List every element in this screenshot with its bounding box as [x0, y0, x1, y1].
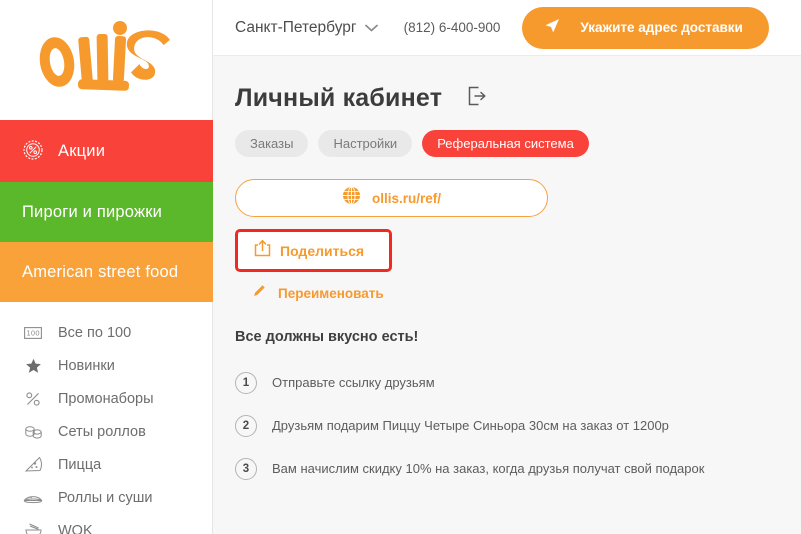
- navigation-arrow-icon: [542, 16, 562, 39]
- page-title: Личный кабинет: [235, 84, 443, 112]
- city-label: Санкт-Петербург: [235, 18, 357, 36]
- sidebar-item-vse-po-100[interactable]: 100 Все по 100: [0, 316, 212, 349]
- percent-icon: [22, 389, 44, 409]
- phone-number[interactable]: (812) 6-400-900: [404, 20, 501, 35]
- steps-list: 1 Отправьте ссылку друзьям 2 Друзьям под…: [235, 361, 801, 490]
- app-window: Акции Пироги и пирожки American street f…: [0, 0, 801, 534]
- roll-set-icon: [22, 422, 44, 442]
- delivery-address-button-label: Укажите адрес доставки: [580, 20, 743, 35]
- sidebar: Акции Пироги и пирожки American street f…: [0, 0, 213, 534]
- percent-badge-icon: [22, 139, 46, 163]
- tab-label: Настройки: [333, 136, 398, 151]
- referral-link-field[interactable]: ollis.ru/ref/: [235, 179, 548, 217]
- step-number: 1: [235, 371, 257, 394]
- sidebar-item-rolly-i-sushi[interactable]: Роллы и суши: [0, 481, 212, 514]
- tab-referral-system[interactable]: Реферальная система: [422, 130, 589, 157]
- sushi-icon: [22, 488, 44, 508]
- list-item: 1 Отправьте ссылку друзьям: [235, 361, 801, 404]
- banknote-100-icon: 100: [22, 323, 44, 343]
- sidebar-menu: 100 Все по 100 Новинки Промонаборы Сеты …: [0, 302, 212, 534]
- main-content: Личный кабинет Заказы Настройки Рефераль…: [213, 56, 801, 534]
- sidebar-item-promonabory[interactable]: Промонаборы: [0, 382, 212, 415]
- share-button-label: Поделиться: [280, 242, 365, 259]
- list-item: 2 Друзьям подарим Пиццу Четыре Синьора 3…: [235, 404, 801, 447]
- sidebar-category-label: Пироги и пирожки: [22, 202, 163, 221]
- rename-button-label: Переименовать: [278, 286, 384, 301]
- sidebar-category-label: American street food: [22, 262, 179, 281]
- pizza-slice-icon: [22, 455, 44, 475]
- sidebar-category-american-street-food[interactable]: American street food: [0, 242, 213, 302]
- chevron-down-icon: [364, 22, 378, 34]
- sidebar-category-pirogi[interactable]: Пироги и пирожки: [0, 182, 213, 242]
- referral-link-url: ollis.ru/ref/: [371, 190, 442, 206]
- svg-text:100: 100: [26, 329, 39, 337]
- globe-icon: [342, 186, 361, 210]
- sidebar-item-label: Роллы и суши: [58, 489, 153, 506]
- sidebar-item-label: Сеты роллов: [58, 423, 146, 440]
- step-text: Вам начислим скидку 10% на заказ, когда …: [272, 461, 705, 476]
- sidebar-category-akcii[interactable]: Акции: [0, 120, 213, 182]
- step-text: Отправьте ссылку друзьям: [272, 375, 435, 390]
- account-tabs: Заказы Настройки Реферальная система: [235, 130, 801, 157]
- steps-title: Все должны вкусно есть!: [235, 329, 419, 345]
- star-icon: [22, 356, 44, 376]
- tab-orders[interactable]: Заказы: [235, 130, 309, 157]
- delivery-address-button[interactable]: Укажите адрес доставки: [522, 6, 769, 49]
- sidebar-item-label: Пицца: [58, 456, 102, 473]
- pencil-icon: [251, 283, 267, 304]
- sidebar-item-label: WOK: [58, 522, 93, 534]
- sidebar-item-sety-rollov[interactable]: Сеты роллов: [0, 415, 212, 448]
- share-button[interactable]: Поделиться: [235, 229, 392, 272]
- sidebar-item-wok[interactable]: WOK: [0, 514, 212, 534]
- tab-label: Реферальная система: [437, 136, 574, 151]
- tab-settings[interactable]: Настройки: [318, 130, 413, 157]
- logout-icon[interactable]: [466, 85, 488, 112]
- page-title-row: Личный кабинет: [235, 84, 801, 113]
- logo[interactable]: [0, 0, 212, 120]
- step-number: 2: [235, 414, 257, 437]
- sidebar-item-label: Все по 100: [58, 324, 132, 341]
- tab-label: Заказы: [250, 136, 294, 151]
- rename-button[interactable]: Переименовать: [235, 283, 801, 304]
- step-number: 3: [235, 457, 257, 480]
- sidebar-item-pizza[interactable]: Пицца: [0, 448, 212, 481]
- ollis-logo-icon: [39, 21, 170, 91]
- sidebar-item-label: Новинки: [58, 357, 115, 374]
- sidebar-item-novinki[interactable]: Новинки: [0, 349, 212, 382]
- list-item: 3 Вам начислим скидку 10% на заказ, когд…: [235, 447, 801, 490]
- sidebar-category-label: Акции: [58, 141, 106, 160]
- noodle-bowl-icon: [22, 521, 44, 534]
- step-text: Друзьям подарим Пиццу Четыре Синьора 30с…: [272, 418, 669, 433]
- sidebar-item-label: Промонаборы: [58, 390, 154, 407]
- top-header: Санкт-Петербург (812) 6-400-900 Укажите …: [213, 0, 801, 56]
- city-selector[interactable]: Санкт-Петербург: [235, 19, 378, 37]
- share-icon: [254, 239, 271, 262]
